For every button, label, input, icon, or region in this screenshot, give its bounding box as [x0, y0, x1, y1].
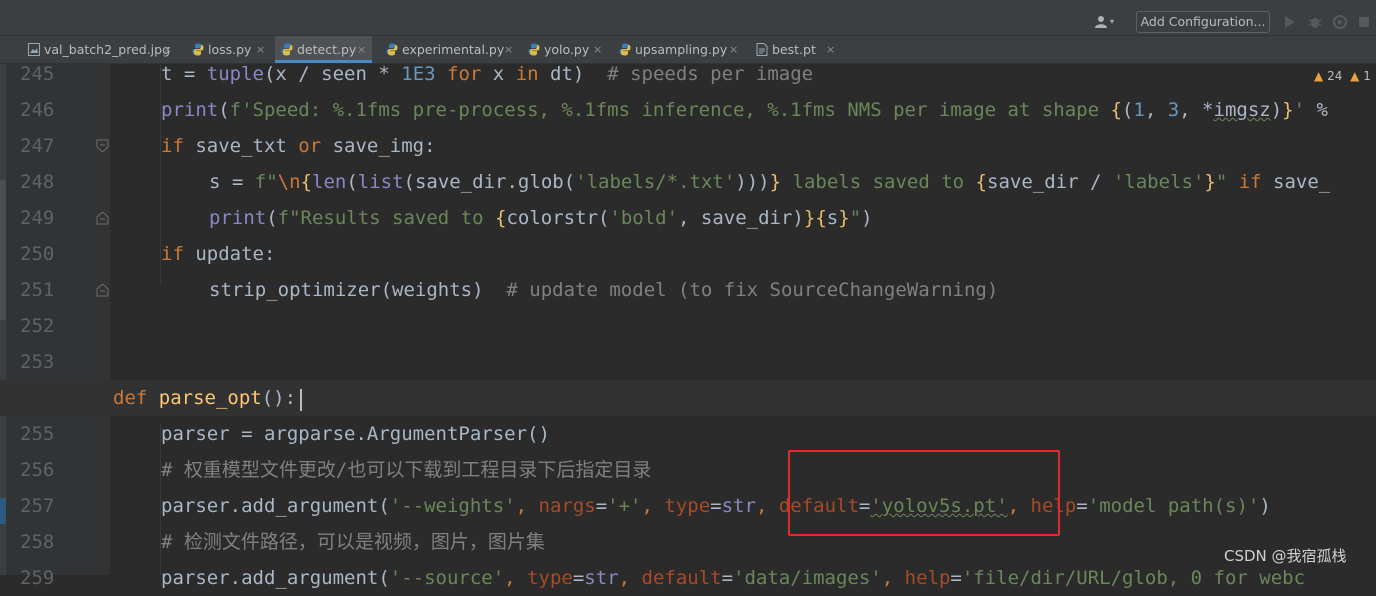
user-icon [1095, 16, 1107, 28]
code-line-250: if update: [161, 243, 276, 265]
close-icon[interactable]: × [826, 36, 835, 63]
fold-icon[interactable] [96, 283, 109, 297]
code-line-251: strip_optimizer(weights) # update model … [209, 279, 999, 301]
change-marker-modified [0, 498, 6, 524]
weak-warning-icon: ▲ [1350, 69, 1360, 83]
python-file-icon [281, 43, 293, 56]
code-line-255: parser = argparse.ArgumentParser() [161, 423, 550, 445]
change-marker [0, 180, 6, 320]
warning-icon: ▲ [1314, 69, 1324, 83]
fold-icon[interactable] [96, 211, 109, 225]
highlight-annotation-box [788, 450, 1060, 536]
warning-count: 24 [1327, 69, 1343, 83]
line-number: 258 [20, 531, 55, 553]
run-icon[interactable] [1282, 14, 1298, 30]
line-number: 255 [20, 423, 55, 445]
code-line-254: def parse_opt(): [113, 387, 297, 409]
line-number: 248 [20, 171, 55, 193]
chevron-down-icon: ▾ [1110, 17, 1115, 26]
tab-label: val_batch2_pred.jpg [44, 42, 171, 57]
line-number: 256 [20, 459, 55, 481]
line-number: 250 [20, 243, 55, 265]
code-line-246: print(f'Speed: %.1fms pre-process, %.1fm… [161, 99, 1328, 121]
stop-icon[interactable] [1356, 14, 1372, 30]
line-number: 253 [20, 351, 55, 373]
add-configuration-button[interactable]: Add Configuration... [1136, 11, 1270, 33]
fold-icon[interactable] [96, 139, 109, 153]
run-with-coverage-icon[interactable] [1332, 14, 1348, 30]
watermark: CSDN @我宿孤栈 [1224, 547, 1347, 565]
text-caret [300, 389, 302, 411]
code-line-257: parser.add_argument('--weights', nargs='… [161, 495, 1271, 517]
code-line-245: t = tuple(x / seen * 1E3 for x in dt) # … [161, 63, 814, 85]
code-line-256: # 权重模型文件更改/也可以下载到工程目录下后指定目录 [161, 459, 652, 481]
code-line-247: if save_txt or save_img: [161, 135, 436, 157]
main-toolbar: ▾ Add Configuration... [0, 0, 1376, 36]
python-file-icon [619, 43, 631, 56]
python-file-icon [386, 43, 398, 56]
line-number: 251 [20, 279, 55, 301]
inspection-widget[interactable]: ▲ 24 ▲ 1 [1314, 66, 1371, 86]
code-editor[interactable]: t = tuple(x / seen * 1E3 for x in dt) # … [110, 63, 1376, 589]
line-number: 257 [20, 495, 55, 517]
code-line-248: s = f"\n{len(list(save_dir.glob('labels/… [209, 171, 1331, 193]
code-line-258: # 检测文件路径，可以是视频，图片，图片集 [161, 531, 545, 553]
user-menu-button[interactable]: ▾ [1090, 12, 1120, 32]
line-number: 252 [20, 315, 55, 337]
code-line-249: print(f"Results saved to {colorstr('bold… [209, 207, 873, 229]
weak-warning-count: 1 [1363, 69, 1371, 83]
code-line-259: parser.add_argument('--source', type=str… [161, 567, 1306, 589]
line-number: 247 [20, 135, 55, 157]
python-file-icon [192, 43, 204, 56]
line-number: 246 [20, 99, 55, 121]
line-number: 245 [20, 63, 55, 85]
file-icon [756, 43, 768, 56]
python-file-icon [528, 43, 540, 56]
image-file-icon [28, 43, 40, 56]
line-number: 249 [20, 207, 55, 229]
debug-icon[interactable] [1307, 14, 1323, 30]
line-number: 259 [20, 567, 55, 589]
